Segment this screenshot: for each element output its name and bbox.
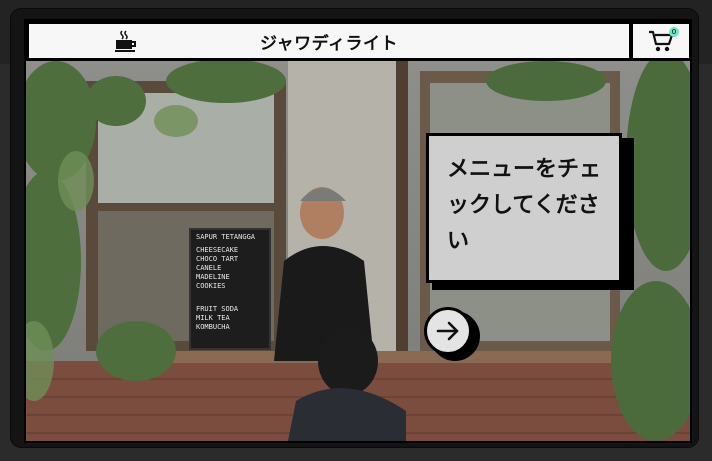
- cart-button[interactable]: 0: [632, 23, 690, 59]
- menu-board: SAPUR TETANGGA CHEESECAKE CHOCO TART CAN…: [196, 233, 266, 332]
- menu-board-item: FRUIT SODA: [196, 305, 239, 313]
- menu-board-item: MADELINE: [196, 273, 230, 281]
- app-frame: ジャワディライト 0 SAPUR TETANGGA CHEESECAKE CHO…: [11, 9, 698, 447]
- coffee-cup-icon[interactable]: [113, 29, 139, 53]
- app-screen: ジャワディライト 0 SAPUR TETANGGA CHEESECAKE CHO…: [24, 19, 692, 443]
- menu-board-item: KOMBUCHA: [196, 323, 230, 331]
- menu-board-item: CHOCO TART: [196, 255, 239, 263]
- go-to-menu-button[interactable]: [424, 307, 472, 355]
- menu-board-item: CHEESECAKE: [196, 246, 239, 254]
- store-title: ジャワディライト: [260, 33, 398, 54]
- cart-count-badge: 0: [669, 27, 679, 37]
- menu-board-item: COOKIES: [196, 282, 226, 290]
- header-bar: ジャワディライト: [28, 23, 630, 59]
- check-menu-message: メニューをチェックしてください: [447, 157, 602, 254]
- menu-board-heading: SAPUR TETANGGA: [196, 233, 256, 241]
- hero-photo: SAPUR TETANGGA CHEESECAKE CHOCO TART CAN…: [26, 61, 690, 441]
- menu-board-item: CANELE: [196, 264, 222, 272]
- app-header: ジャワディライト 0: [26, 21, 690, 61]
- arrow-right-icon: [436, 321, 459, 341]
- menu-board-item: MILK TEA: [196, 314, 230, 322]
- message-card: メニューをチェックしてください: [426, 133, 622, 283]
